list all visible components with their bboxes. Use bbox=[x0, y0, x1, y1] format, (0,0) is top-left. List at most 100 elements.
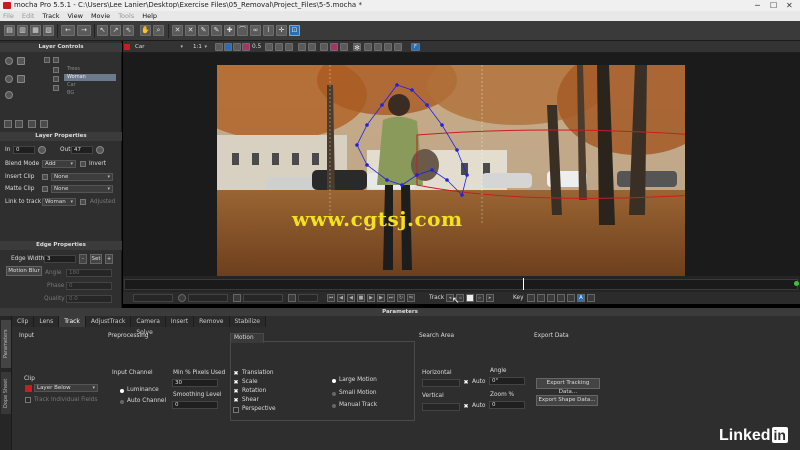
stop-icon[interactable]: ■ bbox=[357, 294, 365, 302]
layer-item-selected[interactable]: Woman bbox=[64, 74, 116, 81]
tab-remove[interactable]: Remove bbox=[194, 316, 230, 327]
track-fields-checkbox[interactable] bbox=[25, 397, 31, 403]
matte-clip-dropdown[interactable]: None bbox=[51, 185, 113, 193]
motion-blur-toggle[interactable]: Motion Blur bbox=[6, 266, 42, 276]
menu-help[interactable]: Help bbox=[142, 11, 157, 21]
clip-dropdown[interactable]: Layer Below bbox=[34, 384, 98, 392]
render-icon[interactable] bbox=[384, 43, 392, 51]
gear-icon[interactable] bbox=[17, 57, 25, 65]
tab-lens[interactable]: Lens bbox=[34, 316, 60, 327]
blend-mode-dropdown[interactable]: Add bbox=[42, 160, 76, 168]
zoom-dropdown[interactable]: 1:1 bbox=[190, 43, 210, 51]
channel-icon[interactable] bbox=[215, 43, 223, 51]
attach-icon[interactable]: ⌇ bbox=[263, 25, 274, 36]
key-settings-icon[interactable] bbox=[587, 294, 595, 302]
layer-track-icon[interactable] bbox=[53, 76, 59, 82]
frame-field[interactable] bbox=[298, 294, 318, 302]
tab-adjust-track[interactable]: AdjustTrack bbox=[85, 316, 132, 327]
next-frame-icon[interactable]: ▶ bbox=[377, 294, 385, 302]
layer-item[interactable]: BG bbox=[64, 90, 116, 97]
frame-start-field[interactable] bbox=[133, 294, 173, 302]
export-icon[interactable]: ▧ bbox=[43, 25, 54, 36]
angle-field[interactable]: 180 bbox=[66, 269, 112, 277]
mask-color-icon[interactable] bbox=[330, 43, 338, 51]
horizontal-auto-checkbox[interactable]: ✖ bbox=[463, 380, 469, 386]
gear-icon[interactable] bbox=[17, 75, 25, 83]
video-frame[interactable] bbox=[217, 65, 685, 276]
delete-layer-icon[interactable] bbox=[28, 120, 36, 128]
menu-track[interactable]: Track bbox=[42, 11, 59, 21]
minimize-icon[interactable]: ─ bbox=[755, 0, 760, 11]
redo-icon[interactable]: → bbox=[77, 25, 91, 36]
set-in-icon[interactable] bbox=[38, 146, 46, 154]
playhead[interactable] bbox=[523, 278, 524, 290]
planar-surface-icon[interactable] bbox=[298, 43, 306, 51]
grid-icon[interactable] bbox=[265, 43, 273, 51]
spot-icon[interactable]: ✻ bbox=[353, 43, 361, 52]
shear-checkbox[interactable]: ✖ bbox=[233, 398, 239, 404]
xspline-icon[interactable]: ✕ bbox=[172, 25, 183, 36]
insert-clip-dropdown[interactable]: None bbox=[51, 173, 113, 181]
first-frame-icon[interactable]: ⏮ bbox=[327, 294, 335, 302]
track-frame-fwd-icon[interactable]: ▹ bbox=[476, 294, 484, 302]
track-stop-icon[interactable] bbox=[466, 294, 474, 302]
next-key-icon[interactable] bbox=[557, 294, 565, 302]
new-layer-icon[interactable] bbox=[4, 120, 12, 128]
menu-view[interactable]: View bbox=[68, 11, 83, 21]
hand-icon[interactable]: ✋ bbox=[140, 25, 151, 36]
edge-width-minus[interactable]: - bbox=[79, 254, 87, 264]
export-shape-button[interactable]: Export Shape Data... bbox=[536, 395, 598, 406]
timeline[interactable] bbox=[123, 276, 800, 292]
layer-item[interactable]: Car bbox=[64, 82, 116, 89]
phase-field[interactable]: 0 bbox=[66, 282, 112, 290]
edge-width-field[interactable]: 3 bbox=[44, 255, 76, 263]
tab-track[interactable]: Track bbox=[59, 316, 86, 327]
layer-select-dropdown[interactable]: Car bbox=[132, 43, 186, 51]
export-view-icon[interactable] bbox=[394, 43, 402, 51]
prev-frame-icon[interactable]: ◀ bbox=[337, 294, 345, 302]
show-layer-icon[interactable] bbox=[275, 43, 283, 51]
tab-clip[interactable]: Clip bbox=[12, 316, 35, 327]
add-point-icon[interactable]: ✚ bbox=[224, 25, 235, 36]
smoothing-field[interactable]: 0 bbox=[172, 401, 218, 409]
move-icon[interactable]: ✛ bbox=[276, 25, 287, 36]
eye-icon[interactable] bbox=[5, 91, 13, 99]
set-out-icon[interactable] bbox=[288, 294, 296, 302]
layer-track-icon[interactable] bbox=[53, 57, 59, 63]
in-point-icon[interactable] bbox=[178, 294, 186, 302]
link-to-track-dropdown[interactable]: Woman bbox=[42, 198, 76, 206]
set-in-icon[interactable] bbox=[233, 294, 241, 302]
large-motion-radio[interactable] bbox=[332, 379, 336, 383]
select-arrow-icon[interactable]: ↖ bbox=[97, 25, 108, 36]
link-icon[interactable]: ∞ bbox=[250, 25, 261, 36]
reticle-icon[interactable] bbox=[364, 43, 372, 51]
layer-track-icon[interactable] bbox=[53, 85, 59, 91]
menu-movie[interactable]: Movie bbox=[91, 11, 110, 21]
export-tracking-button[interactable]: Export Tracking Data... bbox=[536, 378, 600, 395]
flag-button[interactable]: F bbox=[411, 43, 420, 51]
tab-parameters[interactable]: Parameters bbox=[1, 320, 11, 368]
vertical-auto-checkbox[interactable]: ✖ bbox=[463, 404, 469, 410]
zoom-icon[interactable]: ⌕ bbox=[153, 25, 164, 36]
lens-icon[interactable] bbox=[374, 43, 382, 51]
zoom-field[interactable]: 0 bbox=[489, 401, 525, 409]
eye-icon[interactable] bbox=[5, 75, 13, 83]
set-button[interactable]: Set bbox=[90, 254, 102, 264]
auto-key-icon[interactable]: A bbox=[577, 294, 585, 302]
rotation-checkbox[interactable]: ✖ bbox=[233, 389, 239, 395]
angle-field-search[interactable]: 0° bbox=[489, 377, 525, 385]
tab-insert[interactable]: Insert bbox=[165, 316, 195, 327]
add-key-icon[interactable] bbox=[537, 294, 545, 302]
adjusted-checkbox[interactable] bbox=[80, 199, 86, 205]
layer-item[interactable]: Trees bbox=[64, 66, 116, 73]
auto-channel-radio[interactable] bbox=[120, 400, 124, 404]
prev-key-icon[interactable] bbox=[527, 294, 535, 302]
invert-checkbox[interactable] bbox=[80, 161, 86, 167]
eye-icon[interactable] bbox=[5, 57, 13, 65]
min-pixels-field[interactable]: 30 bbox=[172, 379, 218, 387]
play-backward-icon[interactable]: ◀ bbox=[347, 294, 355, 302]
magnetic-icon[interactable]: ⌒ bbox=[237, 25, 248, 36]
delete-key-icon[interactable] bbox=[547, 294, 555, 302]
frame-field[interactable] bbox=[243, 294, 283, 302]
manual-track-radio[interactable] bbox=[332, 404, 336, 408]
